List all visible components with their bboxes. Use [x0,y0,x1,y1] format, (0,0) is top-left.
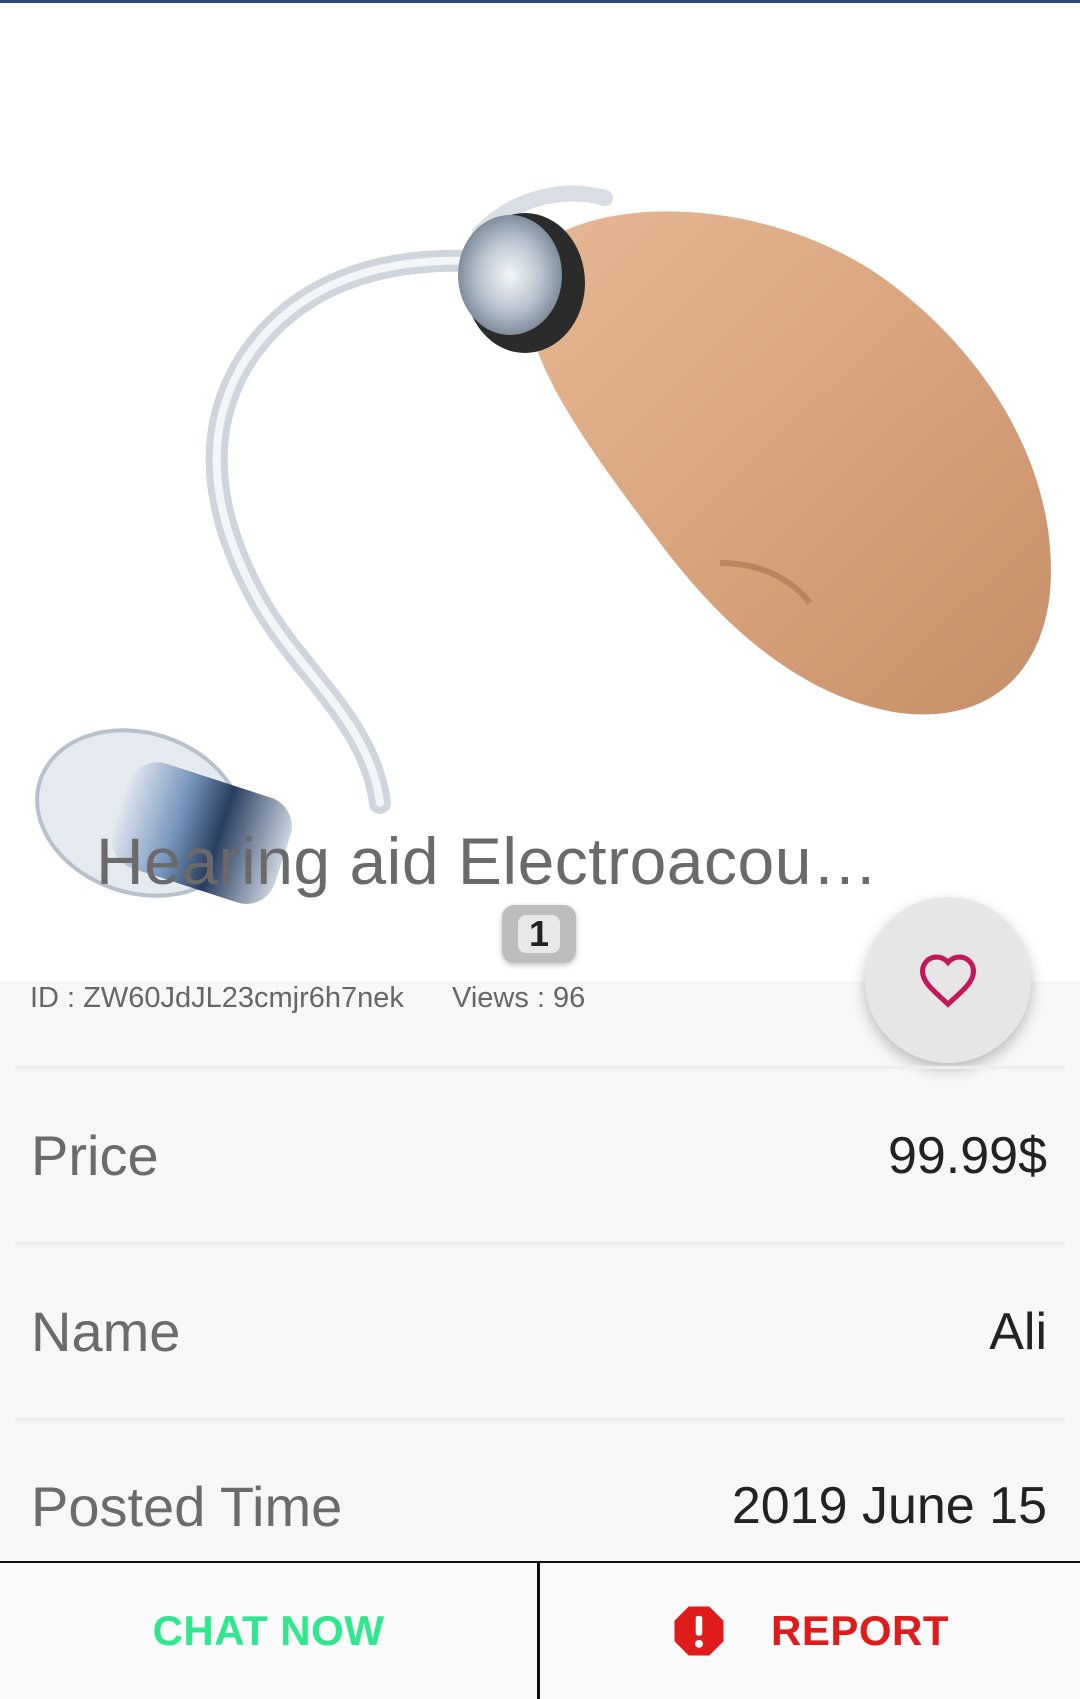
detail-label: Name [31,1300,181,1363]
chat-now-label: CHAT NOW [152,1607,385,1654]
product-title: Hearing aid Electroacou… [96,824,879,898]
product-image-carousel[interactable]: Hearing aid Electroacou… 1 [0,3,1080,981]
bottom-action-bar: CHAT NOW REPORT [0,1561,1080,1699]
image-page-number: 1 [518,915,560,953]
detail-label: Posted Time [31,1474,343,1538]
detail-value: 2019 June 15 [731,1477,1047,1535]
detail-row-price: Price 99.99$ [15,1066,1065,1242]
heart-outline-icon [919,954,977,1008]
detail-value: 99.99$ [887,1126,1047,1185]
image-page-indicator: 1 [502,905,576,963]
listing-meta: ID : ZW60JdJL23cmjr6h7nek Views : 96 [30,982,625,1024]
alert-octagon-icon [674,1606,724,1656]
report-button[interactable]: REPORT [540,1563,1080,1699]
details-list: Price 99.99$ Name Ali Posted Time 2019 J… [15,1066,1065,1594]
detail-label: Price [31,1124,159,1187]
report-label: REPORT [770,1607,949,1654]
listing-id: ID : ZW60JdJL23cmjr6h7nek [30,982,404,1014]
detail-row-name: Name Ali [15,1242,1065,1418]
listing-views: Views : 96 [452,982,586,1014]
chat-now-button[interactable]: CHAT NOW [0,1563,540,1699]
detail-value: Ali [989,1302,1047,1361]
favorite-button[interactable] [865,897,1031,1063]
